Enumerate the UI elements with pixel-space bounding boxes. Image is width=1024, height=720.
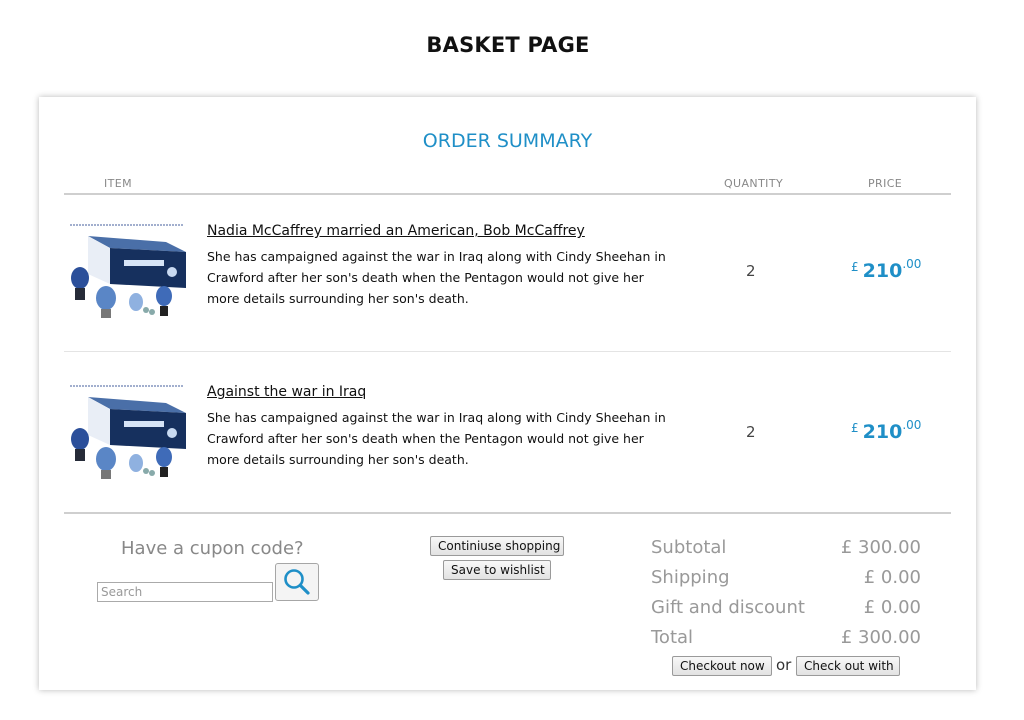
price-decimal: .00 bbox=[902, 257, 922, 271]
gift-discount-value: £ 0.00 bbox=[863, 597, 921, 618]
basket-row: Nadia McCaffrey married an American, Bob… bbox=[39, 215, 976, 355]
column-header-item: ITEM bbox=[104, 177, 133, 190]
shipping-label: Shipping bbox=[651, 567, 730, 588]
footer-divider bbox=[64, 512, 951, 514]
column-header-quantity: QUANTITY bbox=[724, 177, 784, 190]
item-quantity: 2 bbox=[746, 423, 756, 441]
order-summary-card: ORDER SUMMARY ITEM QUANTITY PRICE Nadia … bbox=[39, 97, 976, 690]
row-divider bbox=[64, 351, 951, 352]
search-icon bbox=[284, 569, 310, 595]
save-to-wishlist-button[interactable]: Save to wishlist bbox=[443, 560, 551, 580]
coupon-label: Have a cupon code? bbox=[121, 538, 304, 559]
coupon-code-input[interactable] bbox=[97, 582, 273, 602]
subtotal-label: Subtotal bbox=[651, 537, 727, 558]
product-image[interactable] bbox=[66, 222, 190, 322]
checkout-now-button[interactable]: Checkout now bbox=[672, 656, 772, 676]
or-separator: or bbox=[776, 656, 792, 674]
item-price: £210.00 bbox=[851, 418, 921, 443]
continue-shopping-button[interactable]: Continiuse shopping bbox=[430, 536, 564, 556]
price-currency: £ bbox=[851, 260, 859, 274]
item-title-link[interactable]: Against the war in Iraq bbox=[207, 384, 366, 400]
order-summary-title: ORDER SUMMARY bbox=[422, 130, 593, 152]
total-value: £ 300.00 bbox=[840, 627, 921, 648]
item-description: She has campaigned against the war in Ir… bbox=[207, 410, 666, 467]
product-image[interactable] bbox=[66, 383, 190, 483]
total-label: Total bbox=[651, 627, 694, 648]
price-whole: 210 bbox=[862, 421, 903, 443]
price-currency: £ bbox=[851, 421, 859, 435]
check-out-with-button[interactable]: Check out with bbox=[796, 656, 900, 676]
gift-discount-label: Gift and discount bbox=[651, 597, 805, 618]
coupon-search-button[interactable] bbox=[275, 563, 319, 601]
price-whole: 210 bbox=[862, 260, 903, 282]
basket-row: Against the war in Iraq She has campaign… bbox=[39, 376, 976, 516]
item-title-link[interactable]: Nadia McCaffrey married an American, Bob… bbox=[207, 223, 585, 239]
subtotal-value: £ 300.00 bbox=[840, 537, 921, 558]
price-decimal: .00 bbox=[902, 418, 922, 432]
item-description: She has campaigned against the war in Ir… bbox=[207, 249, 666, 306]
item-quantity: 2 bbox=[746, 262, 756, 280]
shipping-value: £ 0.00 bbox=[863, 567, 921, 588]
item-price: £210.00 bbox=[851, 257, 921, 282]
header-divider bbox=[64, 193, 951, 195]
page-title: BASKET PAGE bbox=[426, 33, 590, 57]
column-header-price: PRICE bbox=[868, 177, 903, 190]
